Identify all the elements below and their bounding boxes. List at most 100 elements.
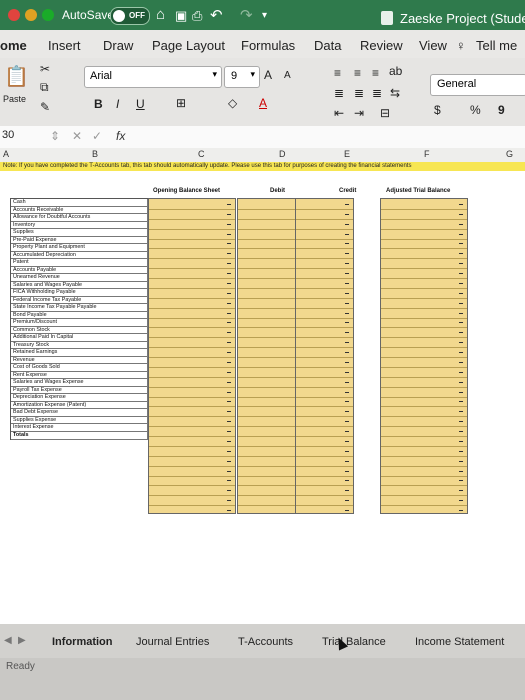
sheet-tab-trial-balance[interactable]: Trial Balance <box>322 636 386 648</box>
value-cell[interactable] <box>459 213 463 215</box>
autosave-toggle[interactable]: OFF <box>110 7 150 25</box>
sheet-tab-journal-entries[interactable]: Journal Entries <box>136 636 209 648</box>
tab-home[interactable]: ome <box>0 38 27 53</box>
value-cell[interactable] <box>227 510 231 512</box>
align-left-icon[interactable]: ≣ <box>334 86 344 100</box>
value-cell[interactable] <box>459 480 463 482</box>
value-cell[interactable] <box>345 490 349 492</box>
account-row[interactable]: Rent Expense <box>11 371 148 380</box>
value-cell[interactable] <box>227 243 231 245</box>
shrink-font-button[interactable]: A <box>284 70 291 81</box>
value-cell[interactable] <box>345 470 349 472</box>
value-cell[interactable] <box>459 253 463 255</box>
value-cell[interactable] <box>459 421 463 423</box>
value-cell[interactable] <box>227 490 231 492</box>
tab-review[interactable]: Review <box>360 38 403 53</box>
value-cell[interactable] <box>227 263 231 265</box>
format-painter-icon[interactable]: ✎ <box>40 100 50 114</box>
value-cell[interactable] <box>345 391 349 393</box>
tell-me-search[interactable]: Tell me <box>476 38 517 53</box>
value-cell[interactable] <box>227 401 231 403</box>
value-cell[interactable] <box>459 371 463 373</box>
value-cell[interactable] <box>459 431 463 433</box>
value-cell[interactable] <box>345 302 349 304</box>
column-header-e[interactable]: E <box>344 149 350 159</box>
opening-balance-column[interactable] <box>148 198 236 514</box>
account-row[interactable]: Allowance for Doubtful Accounts <box>11 214 148 222</box>
tab-data[interactable]: Data <box>314 38 341 53</box>
account-row[interactable]: Amortization Expense (Patent) <box>11 401 148 410</box>
adjusted-trial-balance-column[interactable] <box>380 198 468 514</box>
value-cell[interactable] <box>345 223 349 225</box>
zoom-window-button[interactable] <box>42 9 54 21</box>
value-cell[interactable] <box>459 490 463 492</box>
align-middle-icon[interactable]: ≡ <box>354 66 361 80</box>
account-row[interactable]: Federal Income Tax Payable <box>11 296 148 305</box>
value-cell[interactable] <box>227 440 231 442</box>
value-cell[interactable] <box>459 401 463 403</box>
column-header-f[interactable]: F <box>424 149 430 159</box>
value-cell[interactable] <box>459 302 463 304</box>
orientation-icon[interactable]: ab <box>389 64 402 78</box>
account-row[interactable]: Cash <box>11 199 148 207</box>
value-cell[interactable] <box>345 411 349 413</box>
font-name-select[interactable]: Arial ▾ <box>84 66 222 88</box>
value-cell[interactable] <box>459 450 463 452</box>
value-cell[interactable] <box>227 223 231 225</box>
account-row[interactable]: Accounts Receivable <box>11 206 148 215</box>
account-row[interactable]: Premium/Discount <box>11 319 148 327</box>
account-row[interactable]: Unearned Revenue <box>11 274 148 282</box>
account-row[interactable]: Salaries and Wages Expense <box>11 379 148 387</box>
account-row[interactable]: Bad Debt Expense <box>11 409 148 417</box>
value-cell[interactable] <box>459 381 463 383</box>
home-icon[interactable]: ⌂ <box>156 6 165 23</box>
insert-function-button[interactable]: fx <box>116 129 125 143</box>
underline-button[interactable]: U <box>136 97 145 111</box>
credit-column[interactable] <box>295 198 354 514</box>
save-icon[interactable]: ▣ <box>175 8 187 24</box>
column-header-b[interactable]: B <box>92 149 98 159</box>
column-header-d[interactable]: D <box>279 149 286 159</box>
value-cell[interactable] <box>345 480 349 482</box>
value-cell[interactable] <box>345 263 349 265</box>
tab-insert[interactable]: Insert <box>48 38 81 53</box>
name-box-stepper[interactable]: ⇕ <box>50 129 60 143</box>
sheet-tab-information[interactable]: Information <box>52 636 113 648</box>
value-cell[interactable] <box>345 282 349 284</box>
value-cell[interactable] <box>459 440 463 442</box>
accounting-format-icon[interactable]: $ <box>434 103 441 117</box>
comma-style-button[interactable]: 9 <box>498 103 505 117</box>
value-cell[interactable] <box>345 233 349 235</box>
value-cell[interactable] <box>227 342 231 344</box>
wrap-text-icon[interactable]: ⇆ <box>390 86 400 100</box>
account-row[interactable]: Pre-Paid Expense <box>11 236 148 245</box>
percent-button[interactable]: % <box>470 103 481 117</box>
value-cell[interactable] <box>459 203 463 205</box>
scroll-right-icon[interactable]: ▶ <box>18 635 26 646</box>
sheet-tab-income-statement[interactable]: Income Statement <box>415 636 504 648</box>
value-cell[interactable] <box>459 352 463 354</box>
value-cell[interactable] <box>459 361 463 363</box>
align-top-icon[interactable]: ≡ <box>334 66 341 80</box>
value-cell[interactable] <box>345 440 349 442</box>
value-cell[interactable] <box>345 203 349 205</box>
account-row[interactable]: Salaries and Wages Payable <box>11 281 148 290</box>
value-cell[interactable] <box>459 263 463 265</box>
account-row[interactable]: Payroll Tax Expense <box>11 386 148 395</box>
account-row[interactable]: Accounts Payable <box>11 266 148 275</box>
value-cell[interactable] <box>345 342 349 344</box>
value-cell[interactable] <box>345 273 349 275</box>
value-cell[interactable] <box>227 391 231 393</box>
value-cell[interactable] <box>227 203 231 205</box>
value-cell[interactable] <box>459 510 463 512</box>
account-row[interactable]: Inventory <box>11 221 148 230</box>
account-row[interactable]: Supplies Expense <box>11 416 148 425</box>
value-cell[interactable] <box>227 282 231 284</box>
value-cell[interactable] <box>459 500 463 502</box>
value-cell[interactable] <box>345 243 349 245</box>
account-row[interactable]: Property Plant and Equipment <box>11 244 148 252</box>
bold-button[interactable]: B <box>94 97 103 111</box>
value-cell[interactable] <box>227 450 231 452</box>
tab-draw[interactable]: Draw <box>103 38 133 53</box>
value-cell[interactable] <box>345 322 349 324</box>
